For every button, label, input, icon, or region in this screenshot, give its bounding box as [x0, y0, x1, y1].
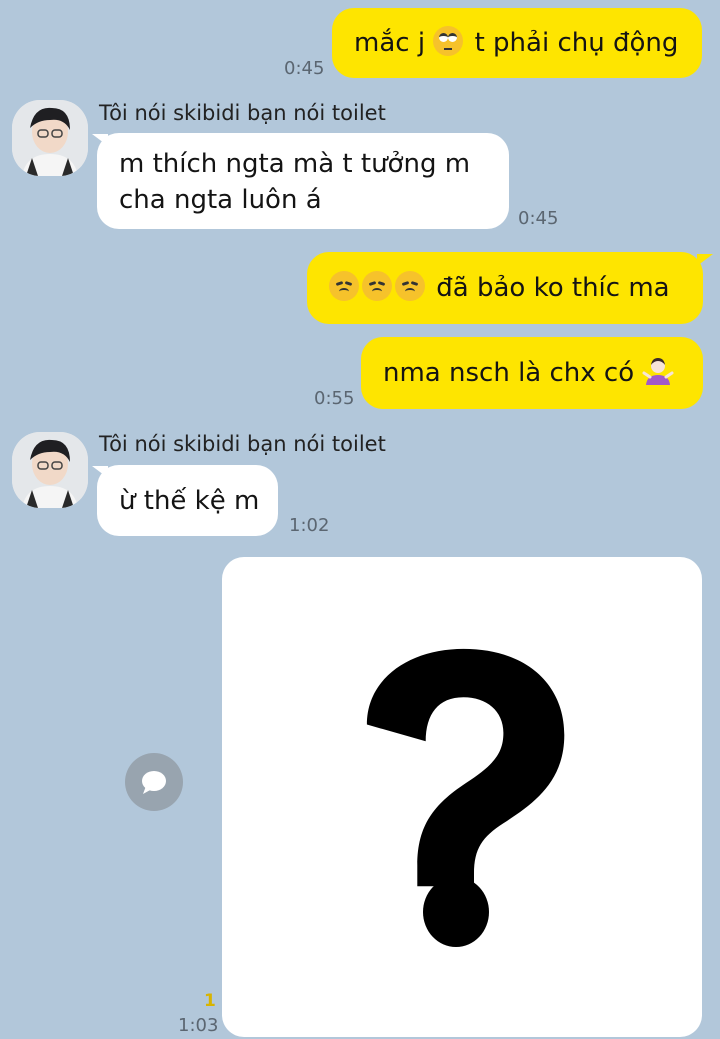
unread-count: 1: [204, 991, 216, 1011]
profile-photo-icon: [12, 100, 88, 176]
sender-name: Tôi nói skibidi bạn nói toilet: [99, 432, 386, 456]
bubble-tail: [697, 254, 713, 266]
incoming-message-bubble[interactable]: ừ thế kệ m: [97, 465, 278, 536]
sent-image[interactable]: [222, 557, 702, 1037]
chat-room: mắc j t phải chụ động 0:45 Tôi nói skibi…: [0, 0, 720, 1039]
message-line: m thích ngta mà t tưởng m: [119, 149, 471, 179]
message-text: nma nsch là chx có: [383, 358, 643, 388]
share-button[interactable]: [125, 753, 183, 811]
sender-avatar[interactable]: [12, 100, 88, 176]
disappointed-face-icon: [395, 271, 425, 301]
message-text: t phải chụ động: [466, 28, 679, 58]
message-text: ừ thế kệ m: [119, 486, 260, 516]
outgoing-message-bubble[interactable]: đã bảo ko thíc ma: [307, 252, 703, 324]
person-shrugging-emoji-icon: [642, 355, 674, 387]
message-time: 1:03: [178, 1015, 219, 1036]
disappointed-face-icon: [362, 271, 392, 301]
message-text: mắc j: [354, 28, 426, 58]
share-speech-bubble-icon: [142, 771, 166, 794]
disappointed-face-icon: [329, 271, 359, 301]
sender-avatar[interactable]: [12, 432, 88, 508]
message-time: 1:02: [289, 515, 330, 536]
rolling-eyes-emoji-icon: [433, 26, 464, 56]
outgoing-message-bubble[interactable]: nma nsch là chx có: [361, 337, 703, 409]
incoming-message-bubble[interactable]: m thích ngta mà t tưởng m cha ngta luôn …: [97, 133, 509, 229]
outgoing-message-bubble[interactable]: mắc j t phải chụ động: [332, 8, 702, 78]
message-line: cha ngta luôn á: [119, 185, 322, 215]
message-time: 0:55: [314, 388, 355, 409]
profile-photo-icon: [12, 432, 88, 508]
message-text: đã bảo ko thíc ma: [428, 273, 670, 303]
sender-name: Tôi nói skibidi bạn nói toilet: [99, 101, 386, 125]
message-time: 0:45: [518, 208, 559, 229]
question-mark-icon: [366, 648, 565, 947]
message-time: 0:45: [284, 58, 325, 79]
